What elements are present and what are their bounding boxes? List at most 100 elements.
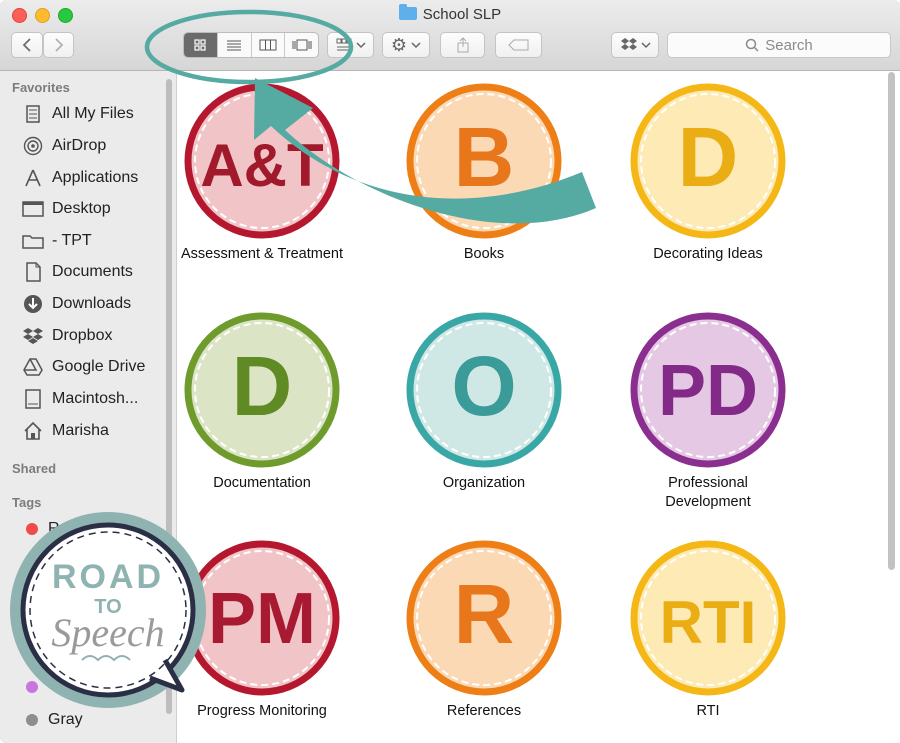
desktop-icon [22, 199, 44, 219]
sidebar-item-label: Documents [52, 263, 133, 280]
folder-icon [398, 4, 417, 20]
folder-item[interactable]: PD Professional Development [596, 312, 820, 512]
folder-item[interactable]: PM Progress Monitoring [150, 540, 374, 721]
sidebar-item-all-my-files[interactable]: All My Files [22, 103, 134, 125]
sidebar-item-label: Applications [52, 169, 139, 186]
sidebar-tag-label: Gray [48, 711, 83, 728]
share-button[interactable] [440, 32, 485, 58]
folder-letters: RTI [660, 589, 757, 656]
sidebar-item-applications[interactable]: Applications [22, 167, 138, 189]
folder-circle-icon: R [406, 540, 562, 696]
chevron-down-icon [355, 42, 366, 49]
all-files-icon [22, 104, 44, 124]
sidebar-tag-red[interactable]: R [22, 518, 60, 540]
chevron-down-icon [411, 42, 421, 49]
folder-letters: D [232, 339, 293, 433]
sidebar-item-label: Dropbox [52, 327, 113, 344]
applications-icon [22, 168, 44, 188]
sidebar-item-label: All My Files [52, 105, 134, 122]
share-icon [457, 37, 468, 53]
sidebar-item-airdrop[interactable]: AirDrop [22, 135, 106, 157]
tags-button[interactable] [495, 32, 542, 58]
action-gear-button[interactable]: ⚙ [382, 32, 430, 58]
window-title-text: School SLP [422, 6, 502, 23]
sidebar-item-google-drive[interactable]: Google Drive [22, 356, 145, 378]
folder-item[interactable]: R References [372, 540, 596, 721]
favorites-header: Favorites [12, 80, 70, 95]
downloads-icon [22, 294, 44, 314]
folder-letters: O [451, 339, 516, 433]
folder-label: Assessment & Treatment [181, 246, 343, 262]
search-field[interactable]: Search [667, 32, 891, 58]
folder-item[interactable]: B Books [372, 83, 596, 264]
folder-letters: D [678, 110, 739, 204]
list-view-button[interactable] [218, 33, 252, 57]
documents-icon [22, 262, 44, 282]
folder-label: Professional Development [665, 475, 751, 510]
folder-label: Progress Monitoring [197, 703, 327, 719]
sidebar-item-tpt[interactable]: - TPT [22, 230, 92, 252]
folder-label: Decorating Ideas [653, 246, 763, 262]
cover-flow-view-button[interactable] [285, 33, 318, 57]
folder-item[interactable]: O Organization [372, 312, 596, 493]
arrange-grid-icon [336, 38, 351, 51]
sidebar-item-downloads[interactable]: Downloads [22, 293, 131, 315]
arrange-button[interactable] [327, 32, 374, 58]
google-drive-icon [22, 357, 44, 377]
hard-drive-icon [22, 389, 44, 409]
forward-button[interactable] [43, 32, 74, 58]
sidebar-item-label: Google Drive [52, 358, 146, 375]
view-mode-segmented-control [183, 32, 319, 58]
sidebar-item-dropbox[interactable]: Dropbox [22, 325, 112, 347]
search-placeholder: Search [765, 36, 813, 54]
dropbox-icon [22, 326, 44, 346]
folder-item[interactable]: D Decorating Ideas [596, 83, 820, 264]
folder-letters: R [454, 567, 515, 661]
folder-item[interactable]: A&T Assessment & Treatment [150, 83, 374, 264]
list-view-icon [227, 40, 242, 51]
folder-label: Organization [442, 475, 526, 491]
folder-circle-icon: RTI [630, 540, 786, 696]
folder-letters: PD [658, 351, 758, 431]
search-icon [745, 38, 759, 52]
sidebar-item-label: AirDrop [52, 137, 107, 154]
chevron-left-icon [22, 38, 31, 52]
folder-letters: PM [208, 579, 316, 659]
folder-letters: A&T [200, 132, 323, 199]
dropbox-icon [620, 38, 637, 50]
folder-label: References [446, 703, 522, 719]
tag-icon [507, 39, 528, 51]
sidebar-item-macintosh[interactable]: Macintosh... [22, 388, 138, 410]
sidebar-item-label: Marisha [52, 422, 109, 439]
sidebar-item-label: - TPT [52, 232, 92, 249]
content-scrollbar[interactable] [886, 72, 896, 572]
icon-view-icon [194, 39, 206, 51]
sidebar-tag-purple[interactable] [22, 676, 48, 698]
folder-icon [22, 231, 44, 251]
title-bar: School SLP ⚙ Search [0, 0, 900, 71]
gray-tag-dot [26, 714, 38, 726]
sidebar-item-marisha[interactable]: Marisha [22, 420, 109, 442]
folder-circle-icon: A&T [184, 83, 340, 239]
column-view-button[interactable] [252, 33, 286, 57]
chevron-right-icon [54, 38, 63, 52]
folder-circle-icon: PD [630, 312, 786, 468]
dropbox-button[interactable] [611, 32, 659, 58]
finder-window: School SLP ⚙ Search Favorites All My Fil… [0, 0, 900, 743]
sidebar-item-desktop[interactable]: Desktop [22, 198, 111, 220]
sidebar-item-label: Desktop [52, 200, 111, 217]
icon-view-button[interactable] [184, 33, 218, 57]
sidebar-item-documents[interactable]: Documents [22, 261, 133, 283]
folder-circle-icon: B [406, 83, 562, 239]
sidebar-tag-label: R [48, 520, 60, 537]
folder-label: Documentation [213, 475, 311, 491]
folder-item[interactable]: D Documentation [150, 312, 374, 493]
shared-header: Shared [12, 461, 57, 476]
folder-label: RTI [696, 703, 720, 719]
folder-circle-icon: D [184, 312, 340, 468]
folder-label: Books [463, 246, 505, 262]
folder-item[interactable]: RTI RTI [596, 540, 820, 721]
sidebar-tag-gray[interactable]: Gray [22, 709, 83, 731]
airdrop-icon [22, 136, 44, 156]
back-button[interactable] [11, 32, 43, 58]
